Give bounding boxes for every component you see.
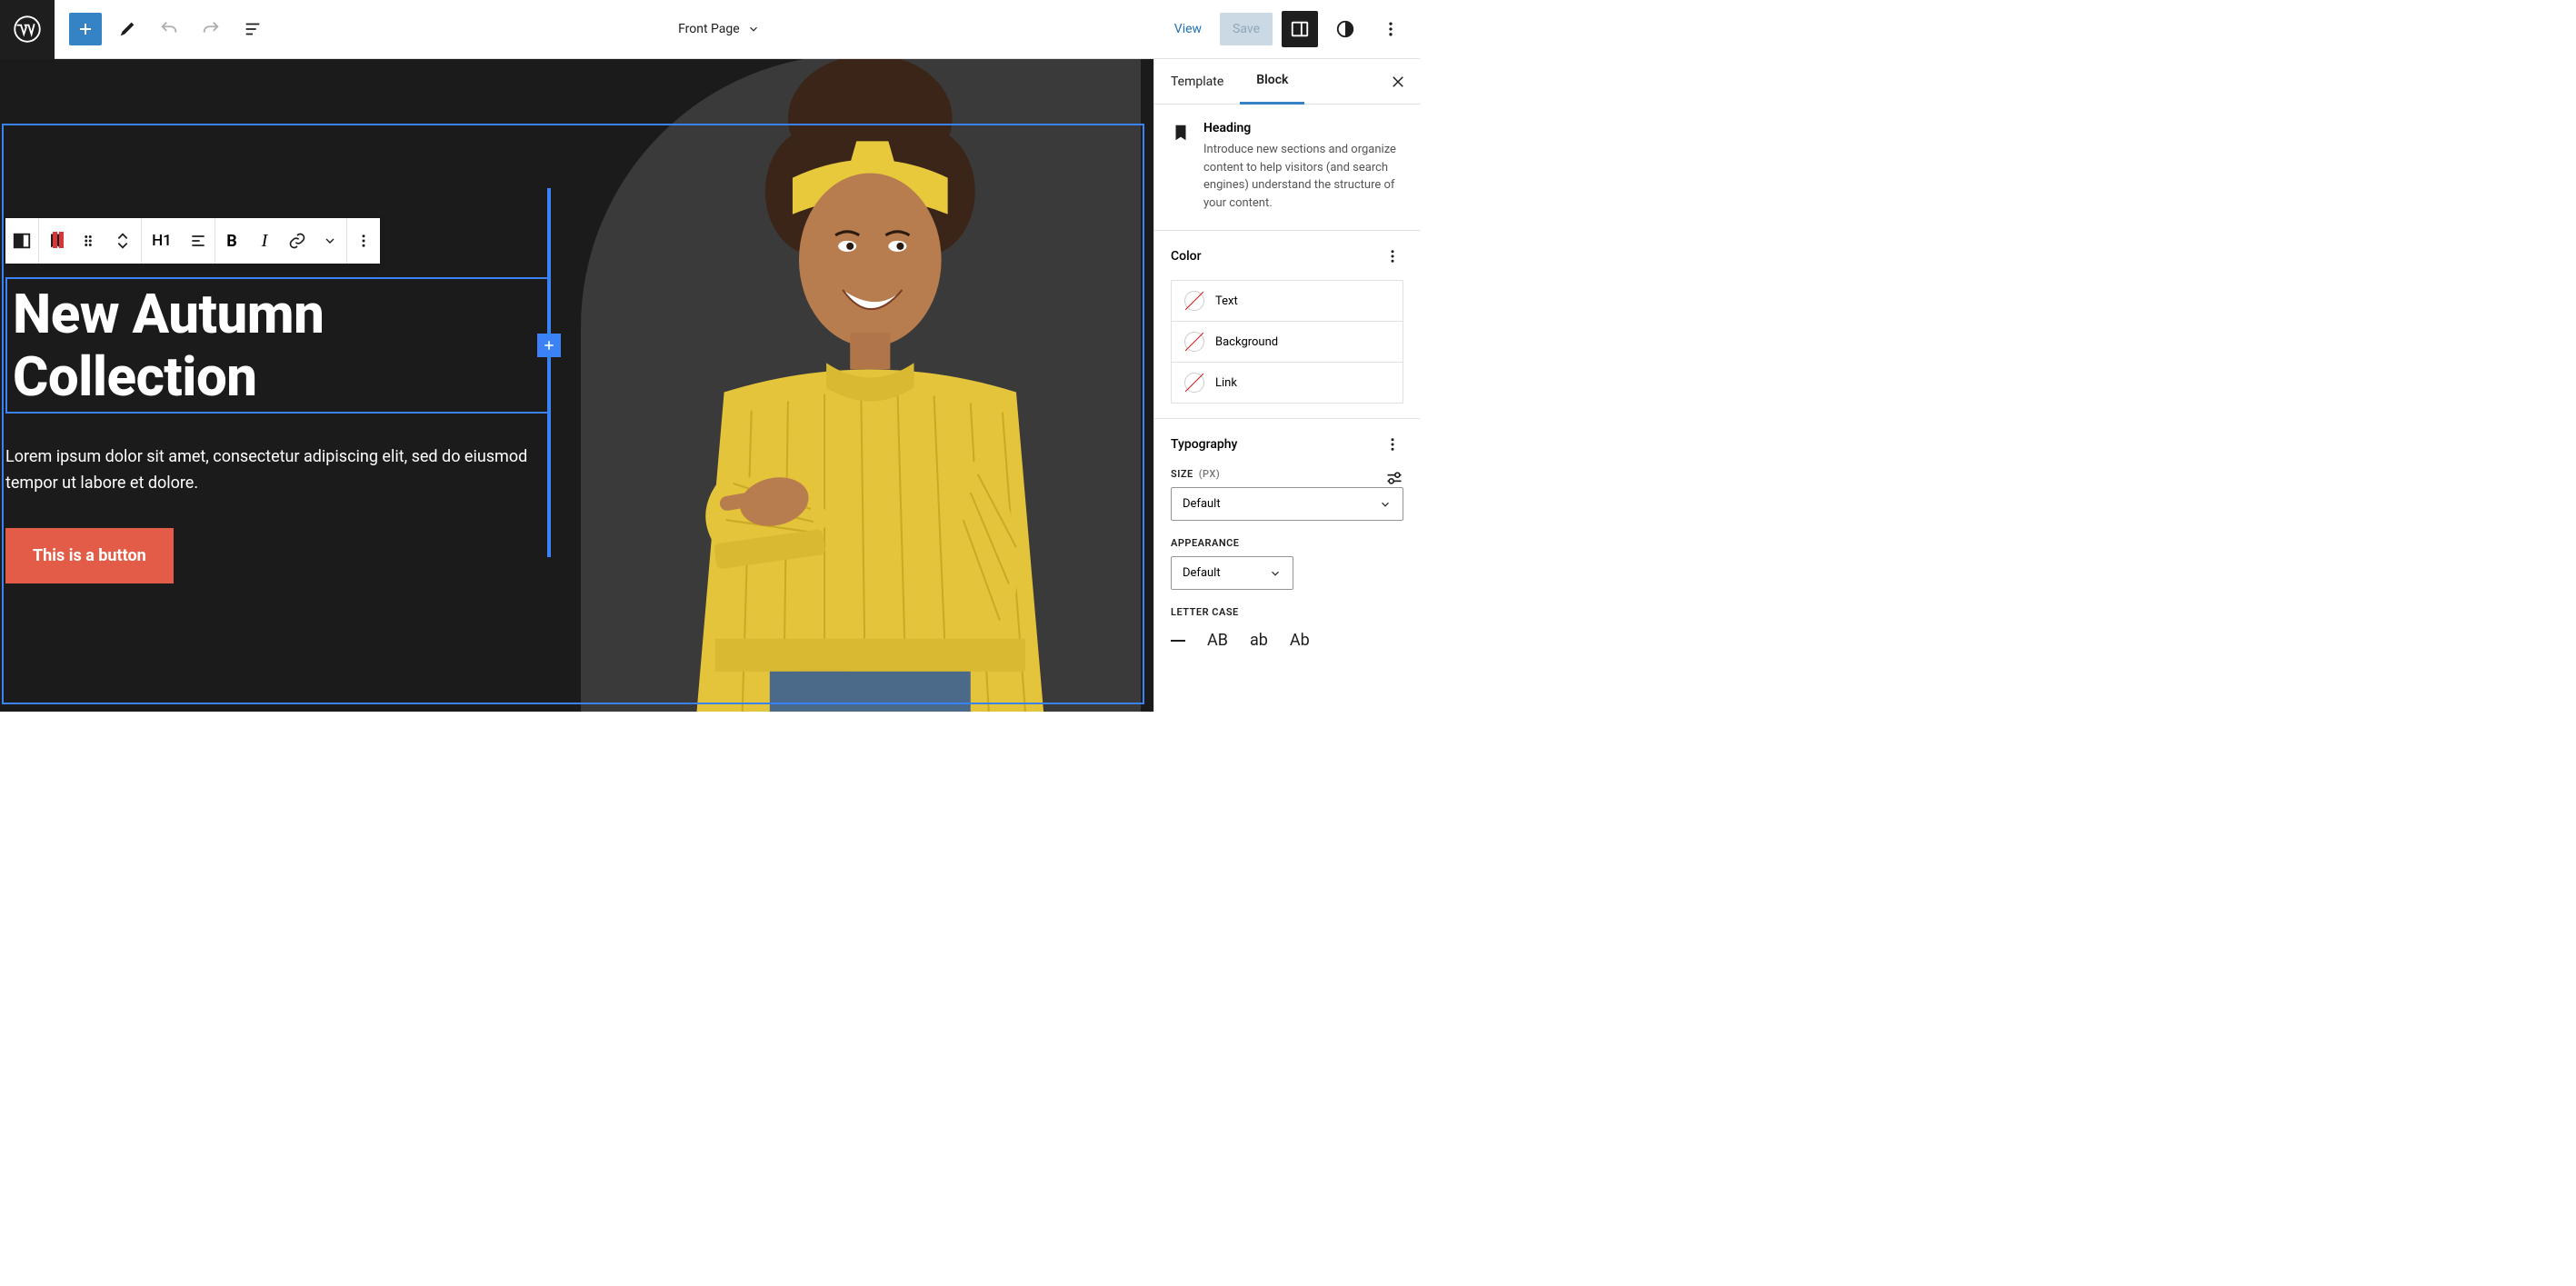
- close-icon: [1390, 74, 1406, 90]
- size-custom-toggle[interactable]: [1385, 469, 1403, 487]
- lettercase-options: AB ab Ab: [1171, 625, 1403, 650]
- settings-sidebar: Template Block Heading Introduce new sec…: [1153, 59, 1420, 712]
- block-info-panel: Heading Introduce new sections and organ…: [1154, 105, 1420, 231]
- contrast-icon: [1335, 19, 1355, 39]
- sliders-icon: [1385, 469, 1403, 487]
- chevron-down-icon: [1269, 567, 1282, 580]
- bold-button[interactable]: B: [215, 218, 248, 264]
- size-label: SIZE (PX): [1171, 468, 1220, 480]
- block-options-button[interactable]: [347, 218, 380, 264]
- list-icon: [243, 19, 263, 39]
- columns-icon: [12, 231, 32, 251]
- color-section-options[interactable]: [1382, 245, 1403, 267]
- color-section-title: Color: [1171, 249, 1202, 264]
- move-up-down-buttons[interactable]: [105, 218, 141, 264]
- color-section: Color Text Background: [1154, 231, 1420, 419]
- bookmark-icon: [1171, 123, 1191, 143]
- kebab-icon: [1384, 436, 1401, 453]
- color-list: Text Background Link: [1171, 280, 1403, 404]
- add-block-button[interactable]: [69, 13, 102, 45]
- lettercase-label: LETTER CASE: [1171, 606, 1403, 618]
- save-button: Save: [1220, 13, 1273, 45]
- chevron-up-icon: [116, 232, 129, 241]
- redo-icon: [201, 19, 221, 39]
- color-row-text[interactable]: Text: [1172, 281, 1403, 322]
- chevron-down-icon: [747, 23, 760, 35]
- topbar-right-tools: View Save: [1154, 11, 1420, 47]
- undo-icon: [159, 19, 179, 39]
- wordpress-icon: [14, 15, 41, 43]
- heading-block-icon: [1171, 123, 1191, 143]
- typography-section-title: Typography: [1171, 437, 1237, 452]
- editor-canvas[interactable]: New Autumn Collection Lorem ipsum dolor …: [0, 59, 1153, 712]
- person-illustration: [581, 59, 1142, 712]
- lettercase-capitalize[interactable]: Ab: [1290, 631, 1310, 650]
- topbar-left-tools: [55, 13, 284, 45]
- page-title-dropdown[interactable]: Front Page: [284, 22, 1154, 36]
- canvas-right-column: [577, 59, 1154, 712]
- block-info-title: Heading: [1203, 121, 1403, 135]
- appearance-label: APPEARANCE: [1171, 537, 1403, 549]
- kebab-icon: [355, 233, 372, 249]
- tab-template[interactable]: Template: [1154, 59, 1240, 105]
- page-title-text: Front Page: [678, 22, 740, 36]
- color-swatch-none: [1184, 373, 1204, 393]
- lettercase-lower[interactable]: ab: [1250, 631, 1268, 650]
- link-icon: [288, 232, 306, 250]
- drag-handle[interactable]: [72, 218, 105, 264]
- color-swatch-none: [1184, 332, 1204, 352]
- tab-block[interactable]: Block: [1240, 59, 1304, 105]
- heading-block[interactable]: New Autumn Collection: [5, 277, 550, 414]
- canvas-left-column: New Autumn Collection Lorem ipsum dolor …: [0, 59, 577, 712]
- cta-button-block[interactable]: This is a button: [5, 528, 174, 583]
- document-overview-button[interactable]: [236, 13, 269, 45]
- link-button[interactable]: [281, 218, 314, 264]
- styles-button[interactable]: [1327, 11, 1363, 47]
- size-select[interactable]: Default: [1171, 487, 1403, 521]
- color-row-link[interactable]: Link: [1172, 363, 1403, 403]
- edit-tool-button[interactable]: [111, 13, 144, 45]
- image-block-background: [581, 59, 1142, 712]
- options-button[interactable]: [1373, 11, 1409, 47]
- more-rich-text-button[interactable]: [314, 218, 346, 264]
- editor-topbar: Front Page View Save: [0, 0, 1420, 59]
- heading-text[interactable]: New Autumn Collection: [13, 283, 543, 408]
- close-sidebar-button[interactable]: [1385, 69, 1411, 95]
- align-button[interactable]: [182, 218, 215, 264]
- wordpress-logo[interactable]: [0, 0, 55, 59]
- plus-icon: [542, 338, 556, 353]
- typography-section-options[interactable]: [1382, 434, 1403, 455]
- redo-button[interactable]: [195, 13, 227, 45]
- view-link[interactable]: View: [1165, 15, 1211, 44]
- add-block-inline-button[interactable]: [537, 334, 561, 357]
- sidebar-tabs: Template Block: [1154, 59, 1420, 105]
- plus-icon: [76, 20, 95, 38]
- align-left-icon: [189, 232, 207, 250]
- panel-icon: [1290, 19, 1310, 39]
- lettercase-upper[interactable]: AB: [1207, 631, 1228, 650]
- chevron-down-icon: [323, 234, 337, 248]
- sidebar-toggle-button[interactable]: [1282, 11, 1318, 47]
- selection-guide-line: [547, 188, 551, 557]
- paragraph-block[interactable]: Lorem ipsum dolor sit amet, consectetur …: [5, 444, 550, 497]
- block-info-description: Introduce new sections and organize cont…: [1203, 141, 1403, 212]
- lettercase-none[interactable]: [1171, 640, 1185, 642]
- appearance-select[interactable]: Default: [1171, 556, 1293, 590]
- parent-block-button[interactable]: [5, 218, 38, 264]
- typography-section: Typography SIZE (PX) Default: [1154, 419, 1420, 664]
- color-row-background[interactable]: Background: [1172, 322, 1403, 363]
- chevron-down-icon: [116, 241, 129, 250]
- heading-level-button[interactable]: H1: [142, 218, 182, 264]
- hidden-block-indicator-icon: [53, 232, 64, 248]
- color-swatch-none: [1184, 291, 1204, 311]
- pencil-icon: [117, 19, 137, 39]
- chevron-down-icon: [1379, 498, 1392, 511]
- italic-button[interactable]: I: [248, 218, 281, 264]
- kebab-icon: [1382, 20, 1400, 38]
- undo-button[interactable]: [153, 13, 185, 45]
- kebab-icon: [1384, 248, 1401, 264]
- drag-icon: [80, 233, 96, 249]
